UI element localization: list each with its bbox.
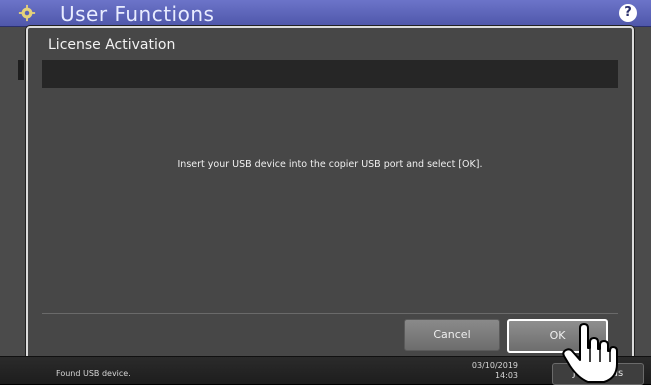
cancel-button[interactable]: Cancel [404, 319, 500, 351]
date-time: 03/10/2019 14:03 [456, 361, 518, 381]
left-edge [18, 60, 24, 80]
time-text: 14:03 [494, 371, 518, 380]
dialog-title: License Activation [48, 37, 176, 53]
instruction-message: Insert your USB device into the copier U… [177, 159, 483, 170]
dialog-body: Insert your USB device into the copier U… [42, 60, 618, 358]
title-bar: User Functions ? [0, 0, 651, 27]
dialog-header-band [42, 60, 618, 88]
license-activation-dialog: License Activation Insert your USB devic… [26, 26, 634, 364]
screen: User Functions ? License Activation Inse… [0, 0, 651, 385]
button-separator [42, 313, 618, 314]
status-message: Found USB device. [56, 369, 131, 378]
status-bar: Found USB device. 03/10/2019 14:03 Job S… [0, 356, 651, 385]
pointer-hand-icon [562, 323, 618, 383]
date-text: 03/10/2019 [471, 361, 518, 370]
gear-icon [18, 4, 36, 22]
help-icon[interactable]: ? [619, 4, 637, 22]
page-title: User Functions [60, 2, 215, 26]
